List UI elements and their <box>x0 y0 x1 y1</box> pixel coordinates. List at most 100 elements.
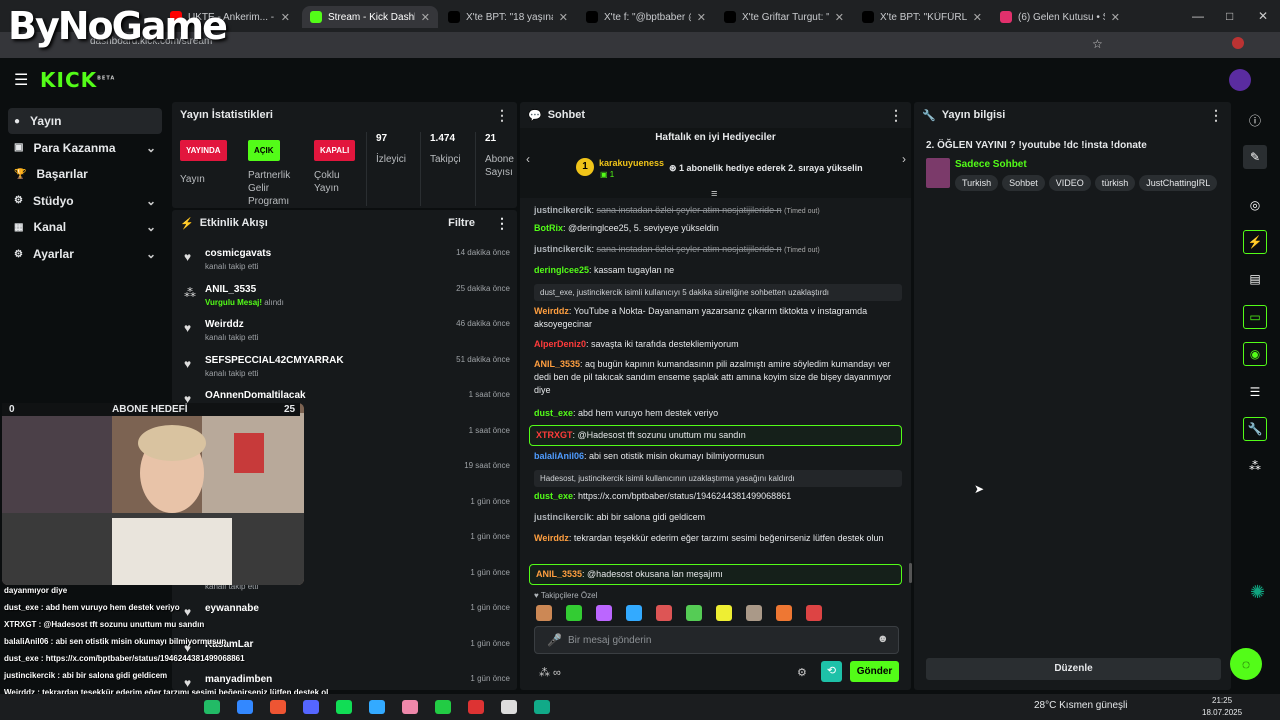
chevron-down-icon[interactable]: ⌄ <box>146 220 156 234</box>
chat-scrollbar[interactable] <box>909 563 912 583</box>
filter-button[interactable]: Filtre <box>448 217 475 229</box>
chat-username[interactable]: balaliAnil06 <box>534 451 584 461</box>
browser-tab[interactable]: Stream - Kick Dashboard ✕ <box>302 6 438 28</box>
emote-icon[interactable] <box>536 605 552 621</box>
hamburger-menu-icon[interactable]: ☰ <box>14 70 28 90</box>
target-icon[interactable]: ◎ <box>1243 193 1267 217</box>
emote-icon[interactable] <box>626 605 642 621</box>
points-icon[interactable]: ⁂ ∞ <box>539 666 561 679</box>
bookmark-star-icon[interactable]: ☆ <box>1092 37 1103 51</box>
browser-tab[interactable]: X'te f: "@bptbaber @gro ✕ <box>578 6 714 28</box>
tab-close-icon[interactable]: ✕ <box>973 11 982 24</box>
chat-username[interactable]: dust_exe <box>534 408 573 418</box>
chat-username[interactable]: justincikercik <box>534 244 592 254</box>
send-button[interactable]: Gönder <box>850 661 899 682</box>
taskbar-app-icon[interactable] <box>336 700 352 714</box>
emote-icon[interactable] <box>686 605 702 621</box>
browser-tab[interactable]: X'te BPT: "KÜFÜRLÜ | İsta ✕ <box>854 6 990 28</box>
chat-username[interactable]: justincikercik <box>534 512 592 522</box>
emote-icon[interactable] <box>716 605 732 621</box>
taskbar-app-icon[interactable] <box>303 700 319 714</box>
chat-username[interactable]: deringlcee25 <box>534 265 589 275</box>
sidebar-item[interactable]: ● Yayın <box>8 108 162 134</box>
taskbar-app-icon[interactable] <box>369 700 385 714</box>
tab-close-icon[interactable]: ✕ <box>697 11 706 24</box>
kick-logo[interactable]: KICKBETA <box>40 68 115 92</box>
document-icon[interactable]: ▤ <box>1243 267 1267 291</box>
taskbar-app-icon[interactable] <box>501 700 517 714</box>
lightning-icon[interactable]: ⚡ <box>1243 230 1267 254</box>
chevron-down-icon[interactable]: ⌄ <box>146 194 156 208</box>
chat-username[interactable]: AlperDeniz0 <box>534 339 586 349</box>
minimize-icon[interactable]: — <box>1192 9 1204 23</box>
user-avatar[interactable] <box>1229 69 1251 91</box>
mic-icon[interactable]: 🎤 <box>547 633 562 647</box>
tab-close-icon[interactable]: ✕ <box>559 11 568 24</box>
info-menu-icon[interactable]: ⋮ <box>1209 107 1223 124</box>
emoji-icon[interactable]: ☻ <box>877 633 889 645</box>
tag-chip[interactable]: VIDEO <box>1048 175 1091 191</box>
share-icon[interactable]: ⁂ <box>1243 454 1267 478</box>
close-window-icon[interactable]: ✕ <box>1258 9 1268 23</box>
taskbar-app-icon[interactable] <box>534 700 550 714</box>
chat-username[interactable]: justincikercik <box>534 205 592 215</box>
emote-icon[interactable] <box>656 605 672 621</box>
chat-username[interactable]: Weirddz <box>534 533 569 543</box>
tag-chip[interactable]: Sohbet <box>1002 175 1045 191</box>
chevron-right-icon[interactable]: › <box>902 152 906 166</box>
emote-icon[interactable] <box>566 605 582 621</box>
chat-settings-icon[interactable]: ⚙ <box>797 666 807 679</box>
wrench-rail-icon[interactable]: 🔧 <box>1243 417 1267 441</box>
chatgpt-icon[interactable]: ✺ <box>1250 582 1265 603</box>
sidebar-item[interactable]: ▣ Para Kazanma ⌄ <box>8 135 162 161</box>
taskbar-app-icon[interactable] <box>468 700 484 714</box>
pencil-icon[interactable]: ✎ <box>1243 145 1267 169</box>
layers-icon[interactable]: ☰ <box>1243 380 1267 404</box>
emote-icon[interactable] <box>746 605 762 621</box>
profile-avatar[interactable] <box>1232 37 1244 49</box>
bot-icon[interactable]: ⟲ <box>821 661 842 682</box>
tab-close-icon[interactable]: ✕ <box>835 11 844 24</box>
chevron-down-icon[interactable]: ⌄ <box>146 141 156 155</box>
chat-bubble-icon[interactable]: ▭ <box>1243 305 1267 329</box>
chat-username[interactable]: ANIL_3535 <box>536 569 582 579</box>
emote-icon[interactable] <box>776 605 792 621</box>
browser-tab[interactable]: (6) Gelen Kutusu • Sohbe ✕ <box>992 6 1128 28</box>
info-icon[interactable]: ⓘ <box>1243 108 1267 132</box>
sidebar-item[interactable]: ⚙ Ayarlar ⌄ <box>8 241 162 267</box>
taskbar-app-icon[interactable] <box>237 700 253 714</box>
tag-chip[interactable]: Turkish <box>955 175 999 191</box>
sidebar-item[interactable]: ⚙ Stüdyo ⌄ <box>8 188 162 214</box>
tab-close-icon[interactable]: ✕ <box>421 11 430 24</box>
chat-username[interactable]: ANIL_3535 <box>534 359 580 369</box>
browser-tab[interactable]: X'te BPT: "18 yaşına giren ✕ <box>440 6 576 28</box>
chevron-left-icon[interactable]: ‹ <box>526 152 530 166</box>
broadcast-icon[interactable]: ◉ <box>1243 342 1267 366</box>
chat-username[interactable]: dust_exe <box>534 491 573 501</box>
taskbar-app-icon[interactable] <box>204 700 220 714</box>
taskbar-app-icon[interactable] <box>435 700 451 714</box>
chat-menu-icon[interactable]: ⋮ <box>889 107 903 124</box>
sidebar-item[interactable]: 🏆 Başarılar <box>8 161 162 187</box>
taskbar-app-icon[interactable] <box>270 700 286 714</box>
support-chat-icon[interactable]: ◌ <box>1230 648 1262 680</box>
chat-username[interactable]: Weirddz <box>534 306 569 316</box>
emote-icon[interactable] <box>596 605 612 621</box>
taskbar-app-icon[interactable] <box>402 700 418 714</box>
stream-category[interactable]: Sadece Sohbet <box>955 159 1027 170</box>
sidebar-item[interactable]: ▦ Kanal ⌄ <box>8 214 162 240</box>
chat-username[interactable]: BotRix <box>534 223 563 233</box>
chat-username[interactable]: XTRXGT <box>536 430 573 440</box>
tag-chip[interactable]: JustChattingIRL <box>1139 175 1218 191</box>
tab-close-icon[interactable]: ✕ <box>281 11 290 24</box>
chevron-down-icon[interactable]: ⌄ <box>146 247 156 261</box>
collapse-icon[interactable]: ≡ <box>711 188 717 200</box>
tab-close-icon[interactable]: ✕ <box>1111 11 1120 24</box>
activity-menu-icon[interactable]: ⋮ <box>495 215 509 232</box>
maximize-icon[interactable]: □ <box>1226 9 1233 23</box>
emote-icon[interactable] <box>806 605 822 621</box>
stats-menu-icon[interactable]: ⋮ <box>495 107 509 124</box>
browser-tab[interactable]: X'te Griftar Turgut: "@bp ✕ <box>716 6 852 28</box>
edit-button[interactable]: Düzenle <box>926 658 1221 680</box>
tag-chip[interactable]: türkish <box>1094 175 1136 191</box>
